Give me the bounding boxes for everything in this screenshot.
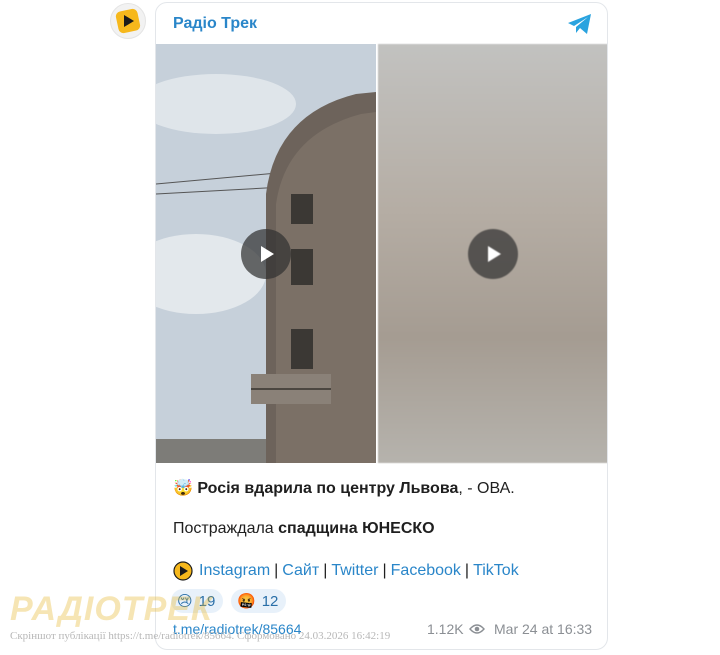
line2-bold: спадщина ЮНЕСКО xyxy=(278,520,435,537)
link-facebook[interactable]: Facebook xyxy=(391,562,461,580)
separator: | xyxy=(382,562,387,579)
view-count: 1.12K xyxy=(427,621,464,637)
play-button-2[interactable] xyxy=(468,229,518,279)
line2-prefix: Постраждала xyxy=(173,520,279,537)
headline-bold: Росія вдарила по центру Львова xyxy=(197,480,459,497)
post-datetime[interactable]: Mar 24 at 16:33 xyxy=(494,621,592,637)
separator: | xyxy=(323,562,328,579)
video-thumbnail-1[interactable] xyxy=(156,44,376,463)
post-headline: 🤯 Росія вдарила по центру Львова, - ОВА. xyxy=(173,478,515,498)
play-icon xyxy=(488,246,501,262)
reaction-angry-count: 12 xyxy=(261,592,279,610)
channel-avatar[interactable] xyxy=(110,3,146,39)
media-grid xyxy=(156,44,607,463)
reaction-angry[interactable]: 🤬 12 xyxy=(231,589,287,613)
telegram-icon[interactable] xyxy=(567,13,593,35)
headline-emoji: 🤯 xyxy=(173,480,193,497)
post-line2: Постраждала спадщина ЮНЕСКО xyxy=(173,520,435,538)
headline-rest: , - ОВА. xyxy=(458,480,515,497)
play-button-1[interactable] xyxy=(241,229,291,279)
eye-icon xyxy=(469,624,485,634)
link-tiktok[interactable]: TikTok xyxy=(473,562,519,580)
channel-name-link[interactable]: Радіо Трек xyxy=(173,15,257,33)
separator: | xyxy=(274,562,279,579)
link-site[interactable]: Сайт xyxy=(282,562,319,580)
social-links: Instagram | Сайт | Twitter | Facebook | … xyxy=(173,561,519,581)
post-card: Радіо Трек 🤯 Росія вдарила по центру Льв… xyxy=(155,2,608,650)
video-thumbnail-2[interactable] xyxy=(378,44,607,463)
link-twitter[interactable]: Twitter xyxy=(331,562,378,580)
link-instagram[interactable]: Instagram xyxy=(199,562,270,580)
radiotrek-logo-icon xyxy=(115,8,141,34)
reaction-angry-emoji: 🤬 xyxy=(237,593,256,610)
play-icon xyxy=(261,246,274,262)
radiotrek-logo-icon xyxy=(173,561,193,581)
screenshot-caption: Скріншот публікації https://t.me/radiotr… xyxy=(10,630,391,642)
watermark-logo: РАДІОТРЕК xyxy=(10,590,213,628)
separator: | xyxy=(464,562,470,579)
